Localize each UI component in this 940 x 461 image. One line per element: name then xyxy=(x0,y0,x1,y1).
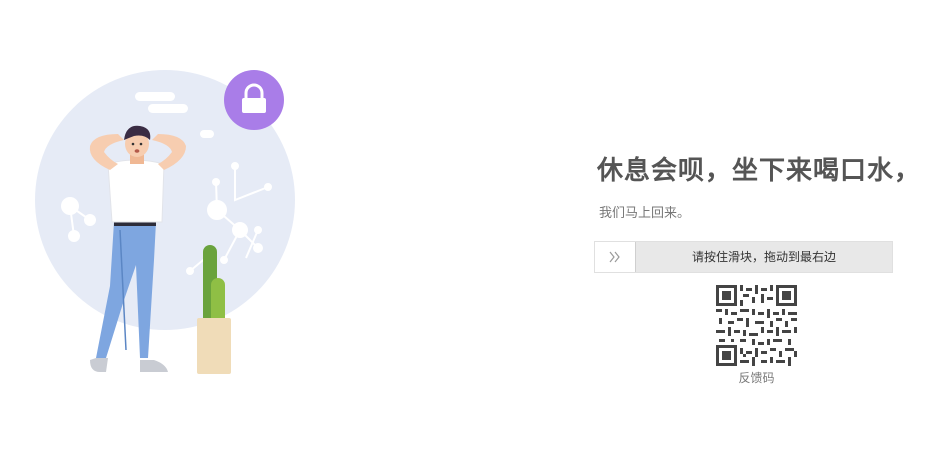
maintenance-page: 休息会呗，坐下来喝口水， 我们马上回来。 请按住滑块，拖动到最右边 反馈码 xyxy=(0,0,940,461)
double-chevron-right-icon xyxy=(609,251,620,263)
maintenance-headline: 休息会呗，坐下来喝口水， xyxy=(597,156,922,186)
maintenance-subtext: 我们马上回来。 xyxy=(599,206,691,221)
lock-icon xyxy=(224,70,284,130)
slider-handle[interactable] xyxy=(595,242,636,272)
slider-instruction: 请按住滑块，拖动到最右边 xyxy=(691,250,836,264)
feedback-code-label: 反馈码 xyxy=(738,371,775,385)
maintenance-illustration xyxy=(35,70,295,374)
slide-verification-track[interactable]: 请按住滑块，拖动到最右边 xyxy=(594,241,893,273)
qr-code-icon xyxy=(716,285,797,366)
